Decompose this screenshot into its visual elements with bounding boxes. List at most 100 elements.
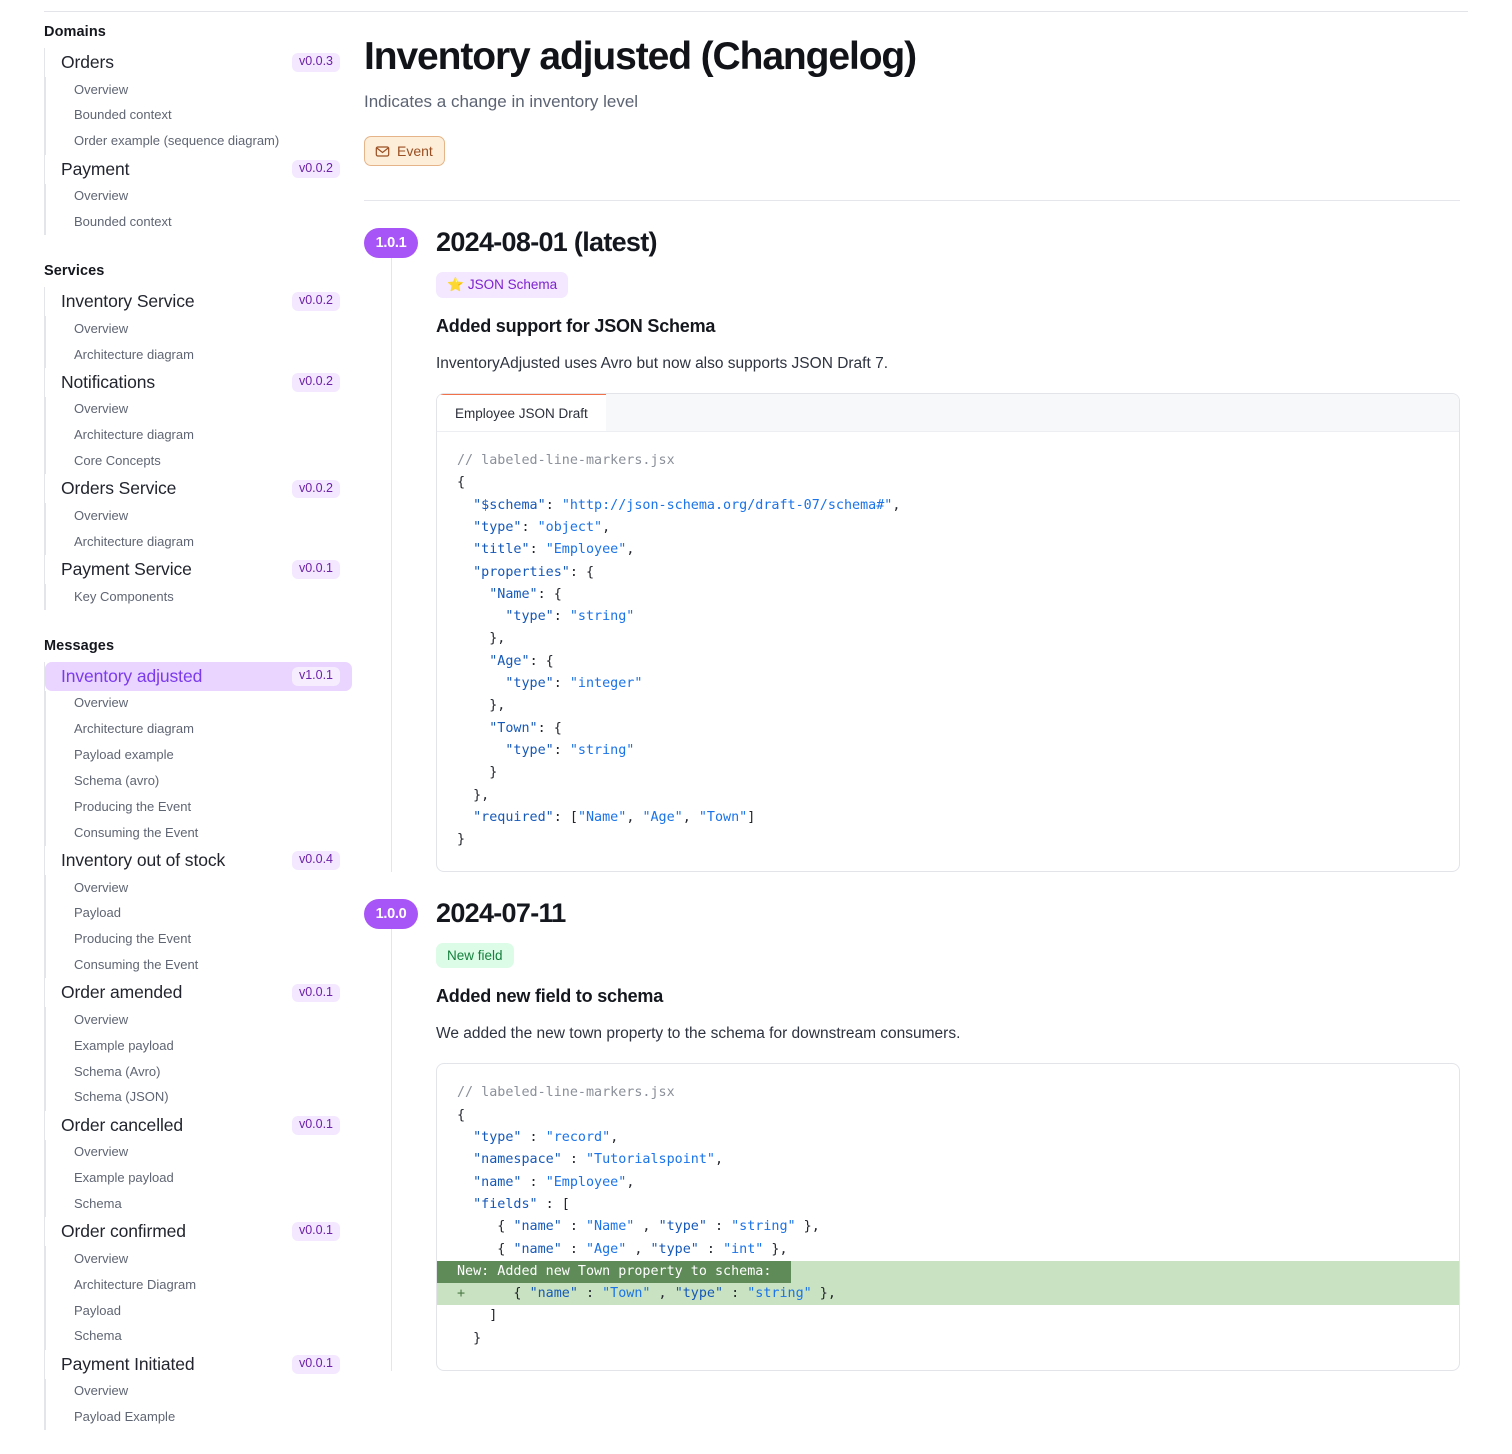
code-token: : bbox=[554, 743, 570, 758]
sidebar-subitem-overview[interactable]: Overview bbox=[46, 1379, 352, 1405]
sidebar-subitem-core-concepts[interactable]: Core Concepts bbox=[46, 449, 352, 475]
star-icon: ⭐ bbox=[447, 277, 464, 292]
sidebar-subitem-schema-avro[interactable]: Schema (Avro) bbox=[46, 1059, 352, 1085]
code-token: : bbox=[522, 1175, 546, 1190]
sidebar-subitem-overview[interactable]: Overview bbox=[46, 397, 352, 423]
sidebar-subitem-architecture-diagram[interactable]: Architecture diagram bbox=[46, 529, 352, 555]
code-line: "name" : "Employee", bbox=[437, 1172, 1459, 1194]
sidebar-subitem-order-example-sequence-diagram[interactable]: Order example (sequence diagram) bbox=[46, 129, 352, 155]
sidebar-subitem-overview[interactable]: Overview bbox=[46, 691, 352, 717]
sidebar-item-label: Inventory out of stock bbox=[61, 850, 225, 871]
changelog-entry-header: 1.0.02024-07-11 bbox=[364, 898, 1460, 929]
code-token bbox=[457, 520, 473, 535]
code-tab[interactable]: Employee JSON Draft bbox=[437, 393, 606, 431]
code-token: // labeled-line-markers.jsx bbox=[457, 453, 675, 468]
code-token: } bbox=[457, 765, 497, 780]
code-token: "Name" bbox=[578, 810, 626, 825]
changelog-tag-label: New field bbox=[447, 948, 503, 963]
sidebar-subitem-overview[interactable]: Overview bbox=[46, 1007, 352, 1033]
sidebar-subitem-payload-example[interactable]: Payload example bbox=[46, 743, 352, 769]
sidebar-item-inventory-service[interactable]: Inventory Servicev0.0.2 bbox=[45, 287, 352, 316]
code-token: : [ bbox=[554, 810, 578, 825]
sidebar-subitem-overview[interactable]: Overview bbox=[46, 1140, 352, 1166]
code-line: } bbox=[437, 829, 1459, 851]
sidebar-subitem-payload[interactable]: Payload bbox=[46, 1298, 352, 1324]
code-token: "$schema" bbox=[473, 498, 546, 513]
code-line: }, bbox=[437, 695, 1459, 717]
code-line: "type": "integer" bbox=[437, 673, 1459, 695]
sidebar-subitem-key-components[interactable]: Key Components bbox=[46, 584, 352, 610]
sidebar-subitem-architecture-diagram[interactable]: Architecture diagram bbox=[46, 423, 352, 449]
code-token bbox=[457, 676, 505, 691]
sidebar-subitem-producing-the-event[interactable]: Producing the Event bbox=[46, 794, 352, 820]
sidebar-sublist: OverviewArchitecture diagram bbox=[45, 316, 352, 368]
sidebar-item-inventory-out-of-stock[interactable]: Inventory out of stockv0.0.4 bbox=[45, 846, 352, 875]
code-token: "Name" bbox=[489, 587, 537, 602]
sidebar-entity: Paymentv0.0.2OverviewBounded context bbox=[44, 155, 352, 236]
sidebar-entity: Ordersv0.0.3OverviewBounded contextOrder… bbox=[44, 48, 352, 155]
sidebar-subitem-bounded-context[interactable]: Bounded context bbox=[46, 103, 352, 129]
sidebar-subitem-schema[interactable]: Schema bbox=[46, 1191, 352, 1217]
code-line: }, bbox=[437, 785, 1459, 807]
changelog-entry-header: 1.0.12024-08-01 (latest) bbox=[364, 227, 1460, 258]
sidebar-subitem-schema[interactable]: Schema bbox=[46, 1324, 352, 1350]
sidebar-item-orders[interactable]: Ordersv0.0.3 bbox=[45, 48, 352, 77]
code-token: : bbox=[554, 609, 570, 624]
changelog-entry: 1.0.12024-08-01 (latest)⭐JSON SchemaAdde… bbox=[364, 201, 1460, 872]
sidebar-item-notifications[interactable]: Notificationsv0.0.2 bbox=[45, 368, 352, 397]
sidebar-subitem-architecture-diagram[interactable]: Architecture diagram bbox=[46, 342, 352, 368]
version-badge: v1.0.1 bbox=[292, 667, 340, 686]
code-token: "name" bbox=[513, 1242, 561, 1257]
code-diff-label-row: New: Added new Town property to schema: bbox=[437, 1261, 1459, 1283]
code-token bbox=[457, 609, 505, 624]
sidebar-subitem-producing-the-event[interactable]: Producing the Event bbox=[46, 927, 352, 953]
sidebar-sublist: OverviewPayload Example bbox=[45, 1379, 352, 1431]
sidebar-item-payment-initiated[interactable]: Payment Initiatedv0.0.1 bbox=[45, 1350, 352, 1379]
sidebar-item-payment-service[interactable]: Payment Servicev0.0.1 bbox=[45, 555, 352, 584]
code-token: : bbox=[578, 1286, 602, 1301]
code-token: "type" bbox=[659, 1219, 707, 1234]
sidebar-subitem-example-payload[interactable]: Example payload bbox=[46, 1166, 352, 1192]
sidebar-item-orders-service[interactable]: Orders Servicev0.0.2 bbox=[45, 474, 352, 503]
code-token: ] bbox=[747, 810, 755, 825]
sidebar-subitem-schema-avro[interactable]: Schema (avro) bbox=[46, 769, 352, 795]
sidebar-subitem-overview[interactable]: Overview bbox=[46, 1246, 352, 1272]
sidebar-item-order-confirmed[interactable]: Order confirmedv0.0.1 bbox=[45, 1217, 352, 1246]
code-token: : [ bbox=[538, 1197, 570, 1212]
code-token: "type" bbox=[473, 1130, 521, 1145]
sidebar-subitem-payload[interactable]: Payload bbox=[46, 901, 352, 927]
changelog-heading: Added support for JSON Schema bbox=[436, 316, 1460, 337]
sidebar-item-inventory-adjusted[interactable]: Inventory adjustedv1.0.1 bbox=[45, 662, 352, 691]
sidebar-item-order-amended[interactable]: Order amendedv0.0.1 bbox=[45, 978, 352, 1007]
sidebar-subitem-consuming-the-event[interactable]: Consuming the Event bbox=[46, 820, 352, 846]
code-token: { bbox=[465, 1286, 530, 1301]
sidebar-item-payment[interactable]: Paymentv0.0.2 bbox=[45, 155, 352, 184]
sidebar-subitem-overview[interactable]: Overview bbox=[46, 184, 352, 210]
sidebar-subitem-payload-example[interactable]: Payload Example bbox=[46, 1405, 352, 1431]
sidebar-entity: Order cancelledv0.0.1OverviewExample pay… bbox=[44, 1111, 352, 1218]
code-token: , bbox=[602, 520, 610, 535]
code-token: "Age" bbox=[642, 810, 682, 825]
sidebar-subitem-overview[interactable]: Overview bbox=[46, 875, 352, 901]
sidebar-subitem-consuming-the-event[interactable]: Consuming the Event bbox=[46, 953, 352, 979]
code-token: , bbox=[715, 1152, 723, 1167]
code-token: : bbox=[723, 1286, 747, 1301]
sidebar-subitem-example-payload[interactable]: Example payload bbox=[46, 1033, 352, 1059]
code-token: : bbox=[522, 1130, 546, 1145]
sidebar-subitem-architecture-diagram[interactable]: Architecture Diagram bbox=[46, 1272, 352, 1298]
message-type-label: Event bbox=[397, 143, 433, 159]
sidebar-subitem-bounded-context[interactable]: Bounded context bbox=[46, 209, 352, 235]
code-token: "type" bbox=[651, 1242, 699, 1257]
sidebar-item-order-cancelled[interactable]: Order cancelledv0.0.1 bbox=[45, 1111, 352, 1140]
code-token bbox=[457, 654, 489, 669]
code-line: // labeled-line-markers.jsx bbox=[437, 450, 1459, 472]
sidebar-subitem-overview[interactable]: Overview bbox=[46, 316, 352, 342]
code-token: }, bbox=[457, 698, 505, 713]
sidebar-subitem-architecture-diagram[interactable]: Architecture diagram bbox=[46, 717, 352, 743]
sidebar-sublist: OverviewBounded contextOrder example (se… bbox=[45, 77, 352, 155]
sidebar-subitem-overview[interactable]: Overview bbox=[46, 503, 352, 529]
sidebar-sublist: OverviewArchitecture diagram bbox=[45, 503, 352, 555]
sidebar-subitem-overview[interactable]: Overview bbox=[46, 77, 352, 103]
sidebar-sublist: OverviewArchitecture diagramCore Concept… bbox=[45, 397, 352, 475]
sidebar-subitem-schema-json[interactable]: Schema (JSON) bbox=[46, 1085, 352, 1111]
